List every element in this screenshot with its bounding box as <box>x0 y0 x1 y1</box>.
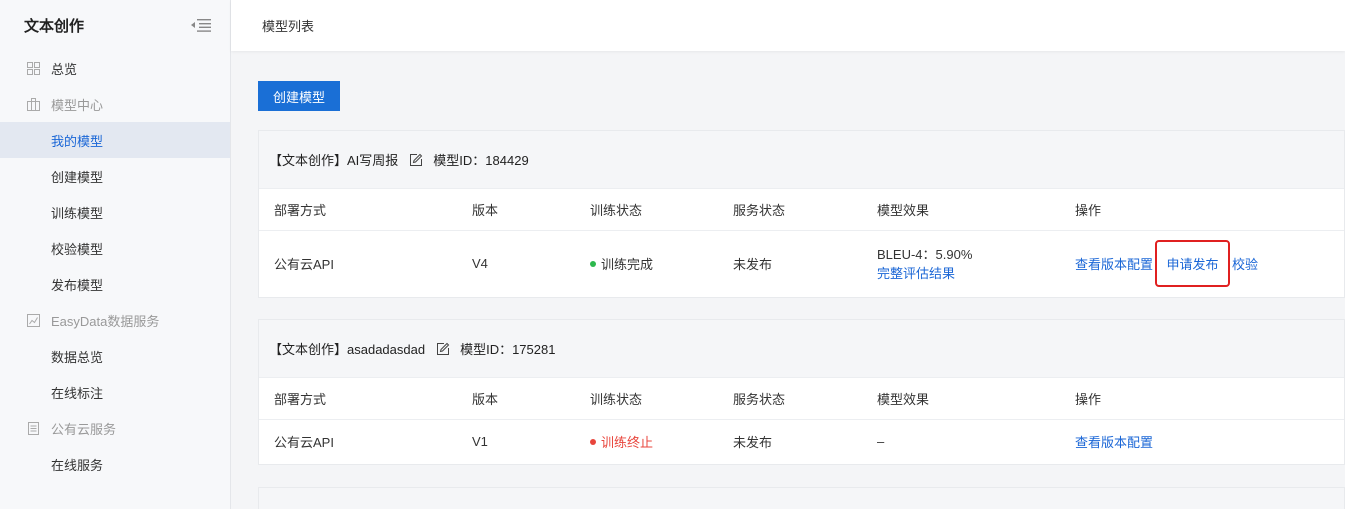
view-version-config-link[interactable]: 查看版本配置 <box>1075 432 1153 451</box>
column-header: 操作 <box>1075 392 1102 407</box>
sidebar-group-model-center: 模型中心 <box>0 86 230 122</box>
service-status: 未发布 <box>733 435 773 450</box>
operations: 查看版本配置 <box>1075 420 1153 463</box>
train-status-text: 训练完成 <box>601 257 654 272</box>
column-header: 训练状态 <box>590 392 643 407</box>
service-status: 未发布 <box>733 257 773 272</box>
sidebar-item-label: 训练模型 <box>51 205 104 221</box>
sidebar-item-label: 发布模型 <box>51 277 104 293</box>
sidebar-header: 文本创作 <box>0 0 230 50</box>
view-version-config-link[interactable]: 查看版本配置 <box>1075 254 1153 273</box>
train-status: 训练完成 <box>590 231 653 296</box>
sidebar-title: 文本创作 <box>24 17 85 35</box>
sidebar-item-label: 数据总览 <box>51 349 104 365</box>
briefcase-icon <box>26 97 40 111</box>
table-header-row: 部署方式 版本 训练状态 服务状态 模型效果 操作 <box>259 189 1344 231</box>
train-status-text: 训练终止 <box>601 435 654 450</box>
status-dot <box>590 260 596 267</box>
model-card: 【文本创作】asadadasdad 模型ID：175281 部署方式 版本 训练… <box>258 319 1345 465</box>
model-id: 模型ID：175281 <box>460 342 556 357</box>
sidebar-item-label: 在线标注 <box>51 385 104 401</box>
sidebar-item-label: 我的模型 <box>51 133 104 149</box>
column-header: 训练状态 <box>590 203 643 218</box>
collapse-menu-icon[interactable] <box>190 18 212 32</box>
column-header: 版本 <box>472 203 499 218</box>
model-card-partial <box>258 487 1345 509</box>
sidebar: 文本创作 总览 模型中心 我的模型 创建模型 训练模型 校验模型 发布模型 Ea… <box>0 0 231 509</box>
column-header: 部署方式 <box>274 203 327 218</box>
sidebar-item-publish-model[interactable]: 发布模型 <box>0 266 230 302</box>
column-header: 操作 <box>1075 203 1102 218</box>
sidebar-group-label: EasyData数据服务 <box>51 313 160 329</box>
model-card-header: 【文本创作】asadadasdad 模型ID：175281 <box>259 320 1344 378</box>
list-icon <box>26 421 40 435</box>
main-content: 创建模型 【文本创作】AI写周报 模型ID：184429 部署方式 版本 训练状… <box>231 51 1345 509</box>
model-card-header: 【文本创作】AI写周报 模型ID：184429 <box>259 131 1344 189</box>
sidebar-item-online-service[interactable]: 在线服务 <box>0 446 230 482</box>
highlight-box: 申请发布 <box>1155 240 1231 287</box>
effect-metric: BLEU-4：5.90% <box>877 246 973 262</box>
deploy-method: 公有云API <box>274 257 334 272</box>
sidebar-group-label: 模型中心 <box>51 97 104 113</box>
apply-publish-link[interactable]: 申请发布 <box>1167 254 1219 273</box>
sidebar-item-my-models[interactable]: 我的模型 <box>0 122 230 158</box>
sidebar-item-label: 总览 <box>51 61 78 77</box>
table-row: 公有云API V4 训练完成 未发布 BLEU-4：5.90% 完整评估结果 查… <box>259 231 1344 296</box>
sidebar-item-label: 在线服务 <box>51 457 104 473</box>
validate-link[interactable]: 校验 <box>1232 254 1258 273</box>
column-header: 服务状态 <box>733 392 786 407</box>
sidebar-group-label: 公有云服务 <box>51 421 117 437</box>
table-row: 公有云API V1 训练终止 未发布 – 查看版本配置 <box>259 420 1344 463</box>
version: V1 <box>472 434 488 449</box>
create-model-button[interactable]: 创建模型 <box>258 81 340 111</box>
model-name: 【文本创作】asadadasdad <box>269 342 426 357</box>
sidebar-group-easydata: EasyData数据服务 <box>0 302 230 338</box>
chart-icon <box>26 313 40 327</box>
column-header: 模型效果 <box>877 203 930 218</box>
edit-icon[interactable] <box>436 342 450 356</box>
deploy-method: 公有云API <box>274 435 334 450</box>
sidebar-group-public-cloud: 公有云服务 <box>0 410 230 446</box>
sidebar-item-label: 创建模型 <box>51 169 104 185</box>
sidebar-item-train-model[interactable]: 训练模型 <box>0 194 230 230</box>
sidebar-item-overview[interactable]: 总览 <box>0 50 230 86</box>
model-effect: BLEU-4：5.90% 完整评估结果 <box>877 231 972 296</box>
model-id: 模型ID：184429 <box>433 153 529 168</box>
top-bar: 模型列表 <box>231 0 1345 51</box>
model-effect: – <box>877 434 885 449</box>
sidebar-item-online-annotation[interactable]: 在线标注 <box>0 374 230 410</box>
sidebar-item-data-overview[interactable]: 数据总览 <box>0 338 230 374</box>
sidebar-item-validate-model[interactable]: 校验模型 <box>0 230 230 266</box>
column-header: 模型效果 <box>877 392 930 407</box>
model-name: 【文本创作】AI写周报 <box>269 153 399 168</box>
column-header: 版本 <box>472 392 499 407</box>
column-header: 部署方式 <box>274 392 327 407</box>
edit-icon[interactable] <box>409 153 423 167</box>
operations: 查看版本配置 申请发布 校验 <box>1075 231 1258 296</box>
train-status: 训练终止 <box>590 420 653 463</box>
sidebar-item-create-model[interactable]: 创建模型 <box>0 158 230 194</box>
breadcrumb: 模型列表 <box>262 19 315 34</box>
version: V4 <box>472 256 488 271</box>
model-card: 【文本创作】AI写周报 模型ID：184429 部署方式 版本 训练状态 服务状… <box>258 130 1345 298</box>
full-evaluation-link[interactable]: 完整评估结果 <box>877 264 955 283</box>
grid-icon <box>26 61 40 75</box>
status-dot <box>590 438 596 445</box>
table-header-row: 部署方式 版本 训练状态 服务状态 模型效果 操作 <box>259 378 1344 420</box>
sidebar-item-label: 校验模型 <box>51 241 104 257</box>
column-header: 服务状态 <box>733 203 786 218</box>
